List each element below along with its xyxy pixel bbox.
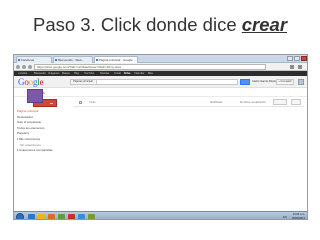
divider [74, 106, 304, 107]
sidebar-item[interactable]: Destacados [17, 115, 33, 119]
taskbar-app-icon[interactable] [48, 214, 55, 219]
browser-toolbar: https://sites.google.com/?tab=mo3&authus… [14, 63, 307, 71]
share-button[interactable]: + Compartir [276, 79, 294, 85]
column-modified-header[interactable]: Modificado [210, 101, 223, 104]
address-bar[interactable]: https://sites.google.com/?tab=mo3&authus… [34, 64, 266, 70]
sidebar-item[interactable]: Sin colecciones [20, 143, 41, 147]
sidebar-item-label: Todos los elementos [17, 125, 45, 130]
search-button[interactable] [240, 79, 250, 85]
column-last-view-header[interactable]: Mi última visualización [240, 101, 266, 104]
taskbar-app-icon[interactable] [38, 214, 45, 219]
slide-title-text: Paso 3. Click donde dice [32, 14, 242, 35]
browser-screenshot: Facebook Bienvenido - Web... Página prin… [13, 54, 308, 220]
sidebar-item[interactable]: Papelera [17, 131, 29, 135]
taskbar-app-icon[interactable] [58, 214, 65, 219]
logo-letter: e [39, 77, 44, 87]
slide-title: Paso 3. Click donde dice crear [0, 14, 320, 36]
expand-arrow-icon[interactable] [17, 138, 18, 141]
column-title-header[interactable]: Título [89, 101, 96, 104]
sidebar-item-label: Página principal [17, 109, 39, 113]
browser-tab-sites[interactable]: Página principal - Google ... [94, 56, 138, 63]
reload-icon[interactable] [28, 65, 32, 69]
sidebar-item-label: Sin colecciones [20, 142, 41, 147]
slide-title-keyword: crear [241, 14, 288, 35]
taskbar-app-icon[interactable] [68, 214, 75, 219]
sidebar-item[interactable]: Página principal [17, 109, 38, 113]
minimize-icon[interactable] [287, 56, 293, 61]
back-icon[interactable] [16, 65, 20, 69]
browser-tab-facebook[interactable]: Facebook [16, 56, 52, 63]
avatar[interactable] [298, 79, 304, 85]
pointer-cursor-icon [27, 89, 43, 103]
search-scope-dropdown[interactable]: Páginas principal [71, 80, 97, 84]
tray-language[interactable]: ES [283, 216, 287, 219]
taskbar-app-icon[interactable] [78, 214, 85, 219]
slide: Paso 3. Click donde dice crear Facebook … [0, 0, 320, 240]
sidebar-item-label: Solo el propietario [17, 120, 42, 125]
sidebar-item[interactable]: Todos los elementos [17, 126, 44, 130]
google-header: Google Páginas principal Carlos García M… [14, 76, 307, 88]
windows-taskbar: ES 10:05 a.m. 05/05/2013 [14, 211, 307, 220]
tab-favicon-icon [96, 59, 98, 61]
sidebar-item[interactable]: Colecciones compartidas [17, 148, 53, 152]
forward-icon[interactable] [22, 65, 26, 69]
sort-dropdown[interactable] [273, 99, 287, 105]
clock[interactable]: 10:05 a.m. 05/05/2013 [292, 213, 305, 220]
google-logo: Google [18, 77, 44, 87]
sites-header: Sites [14, 89, 307, 97]
star-icon[interactable] [290, 65, 294, 69]
sidebar-item-label: Papelera [17, 131, 30, 136]
select-all-checkbox[interactable] [79, 101, 82, 104]
window-controls [287, 56, 307, 61]
sidebar-item[interactable]: Mis colecciones [17, 137, 40, 141]
maximize-icon[interactable] [294, 56, 300, 61]
taskbar-app-icon[interactable] [28, 214, 35, 219]
taskbar-app-icon[interactable] [88, 214, 95, 219]
sidebar-item-label: Destacados [17, 114, 33, 119]
tab-favicon-icon [55, 59, 57, 61]
settings-gear-icon[interactable] [291, 99, 301, 105]
tab-favicon-icon [18, 59, 20, 61]
sidebar-item[interactable]: Solo el propietario [17, 120, 41, 124]
tab-label: Bienvenido - Web... [58, 58, 85, 62]
expand-arrow-icon[interactable] [17, 149, 18, 152]
clock-time: 10:05 a.m. [292, 213, 305, 216]
user-name[interactable]: Carlos García Montoya [252, 80, 279, 84]
tab-label: Página principal - Google ... [99, 58, 137, 62]
browser-tab-web[interactable]: Bienvenido - Web... [53, 56, 93, 63]
tab-label: Facebook [21, 58, 35, 62]
browser-tab-strip: Facebook Bienvenido - Web... Página prin… [14, 55, 307, 63]
sidebar-item-label: Colecciones compartidas [19, 148, 53, 153]
start-button[interactable] [16, 213, 24, 219]
close-icon[interactable] [301, 56, 307, 61]
clock-date: 05/05/2013 [292, 216, 305, 220]
menu-icon[interactable] [298, 65, 302, 69]
sidebar-item-label: Mis colecciones [19, 137, 41, 141]
search-input[interactable]: Páginas principal [70, 79, 238, 85]
